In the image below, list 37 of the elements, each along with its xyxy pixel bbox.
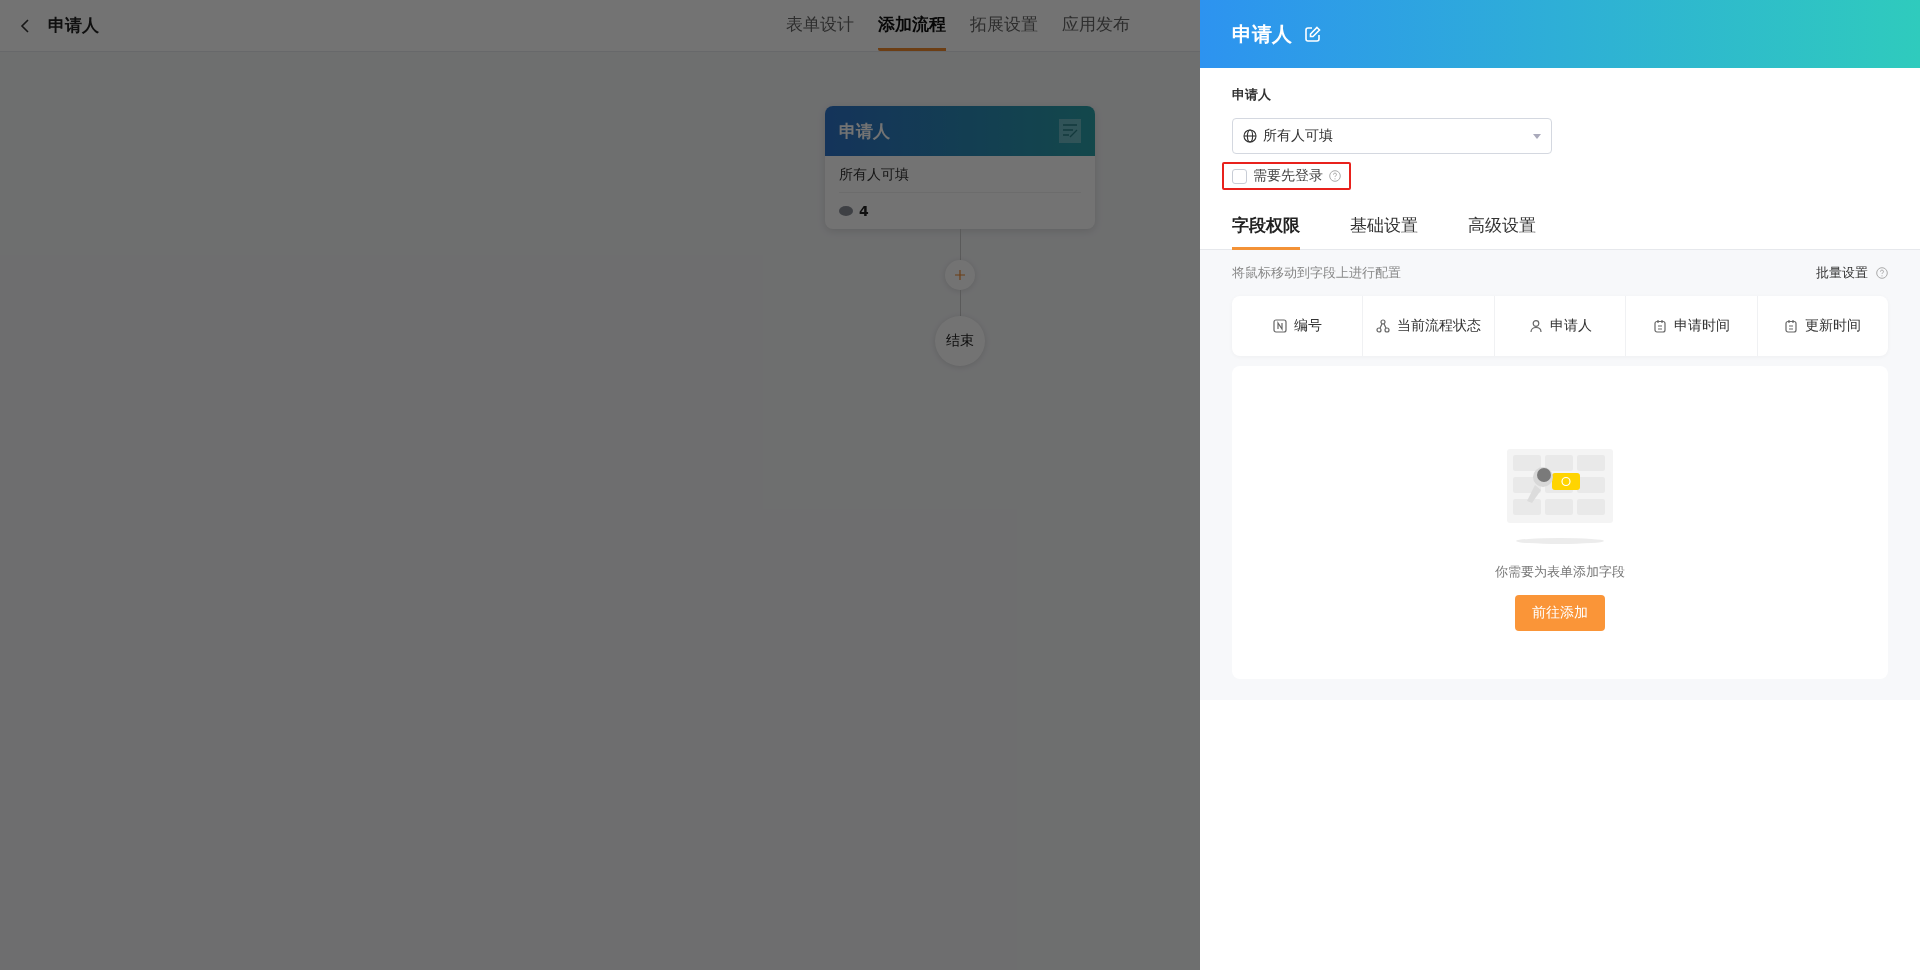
eye-icon [839, 206, 853, 216]
select-value: 所有人可填 [1263, 127, 1333, 145]
field-item[interactable]: 当前流程状态 [1362, 296, 1494, 356]
settings-tab[interactable]: 高级设置 [1468, 210, 1536, 250]
help-icon [1876, 267, 1888, 279]
hint-text: 将鼠标移动到字段上进行配置 [1232, 264, 1401, 282]
checkbox[interactable] [1232, 168, 1247, 184]
checkbox-label: 需要先登录 [1253, 167, 1323, 185]
nav-tab[interactable]: 添加流程 [878, 0, 946, 51]
field-label: 申请人 [1232, 86, 1271, 104]
letter-n-icon [1272, 319, 1287, 333]
permission-text: 所有人可填 [839, 166, 1081, 193]
field-count: 4 [859, 203, 869, 219]
field-item[interactable]: 编号 [1232, 296, 1363, 356]
panel-title: 申请人 [1232, 20, 1292, 48]
hierarchy-icon [1376, 319, 1391, 333]
field-item[interactable]: 申请人 [1493, 296, 1626, 356]
permission-select[interactable]: 所有人可填 [1232, 118, 1552, 154]
page-title: 申请人 [48, 14, 99, 37]
edit-icon[interactable] [1304, 25, 1321, 43]
empty-message: 你需要为表单添加字段 [1495, 563, 1625, 581]
help-icon [1329, 170, 1341, 182]
batch-settings-link[interactable]: 批量设置 [1816, 264, 1868, 282]
user-icon [1528, 319, 1543, 333]
field-item[interactable]: 更新时间 [1756, 296, 1889, 356]
end-node: 结束 [935, 316, 985, 366]
settings-tab[interactable]: 基础设置 [1350, 210, 1418, 250]
field-item[interactable]: 申请时间 [1625, 296, 1757, 356]
globe-icon [1243, 129, 1257, 143]
plus-icon [955, 270, 965, 280]
login-checkbox[interactable]: 需要先登录 [1222, 162, 1351, 190]
calendar-icon [1784, 319, 1799, 333]
caret-icon [1533, 133, 1541, 139]
add-node-button[interactable] [945, 260, 975, 290]
node-title: 申请人 [839, 119, 890, 143]
calendar-icon [1652, 319, 1667, 333]
flow-node[interactable]: 申请人 所有人可填 4 [825, 106, 1095, 229]
